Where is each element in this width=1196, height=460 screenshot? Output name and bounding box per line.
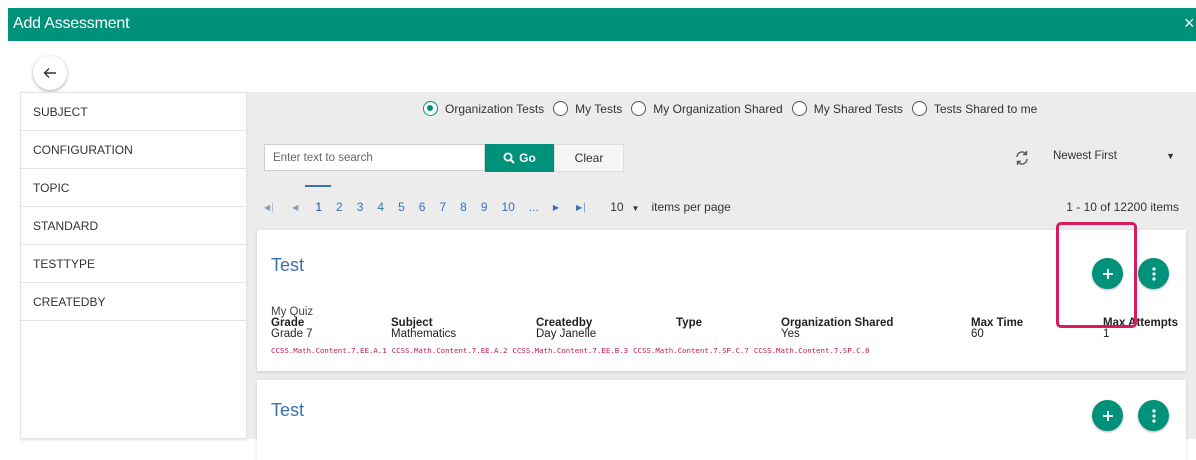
sidebar-item-configuration[interactable]: CONFIGURATION [21,131,246,169]
page-size-value: 10 [610,200,624,214]
more-options-button[interactable] [1138,258,1169,289]
standard-tag: CCSS.Math.Content.7.SP.C.7 [633,346,749,355]
radio-label: My Organization Shared [653,101,783,116]
page-link[interactable]: 8 [460,200,467,214]
arrow-left-icon [43,68,56,78]
meta-label: Type [676,317,702,329]
page-link[interactable]: 7 [439,200,446,214]
radio-checked-icon [423,101,438,116]
meta-grade: Grade Grade 7 [271,317,313,340]
more-vertical-icon [1151,266,1156,281]
items-range: 1 - 10 of 12200 items [1066,200,1179,214]
meta-value: Grade 7 [271,328,313,340]
page-link[interactable]: 3 [357,200,364,214]
standard-tag: CCSS.Math.Content.7.EE.A.1 [271,346,387,355]
more-options-button[interactable] [1138,400,1169,431]
radio-organization-tests[interactable]: Organization Tests [423,101,544,116]
radio-label: My Tests [575,101,623,116]
sidebar-item-topic[interactable]: TOPIC [21,169,246,207]
meta-type: Type [676,317,702,329]
test-source-radio-group: Organization Tests My Tests My Organizat… [423,101,1046,116]
standards-list: CCSS.Math.Content.7.EE.A.1 CCSS.Math.Con… [271,346,875,355]
go-button[interactable]: Go [485,144,554,172]
radio-tests-shared-to-me[interactable]: Tests Shared to me [911,101,1038,116]
page-link[interactable]: 9 [481,200,488,214]
plus-icon [1102,268,1113,279]
meta-value: Mathematics [391,328,457,340]
search-input[interactable] [264,144,485,171]
radio-my-organization-shared[interactable]: My Organization Shared [631,101,783,116]
close-icon[interactable]: × [1184,13,1196,34]
page-link[interactable]: 2 [336,200,343,214]
last-page-icon[interactable]: ▶│ [576,203,587,212]
go-button-label: Go [519,151,536,165]
radio-label: Tests Shared to me [933,101,1038,116]
add-test-button[interactable] [1092,400,1123,431]
sidebar-item-createdby[interactable]: CREATEDBY [21,283,246,321]
meta-value: 60 [971,328,984,340]
caret-down-icon: ▼ [631,204,640,213]
sidebar-item-standard[interactable]: STANDARD [21,207,246,245]
standard-tag: CCSS.Math.Content.7.EE.A.2 [391,346,508,355]
page-link[interactable]: 4 [377,200,384,214]
sidebar-item-testtype[interactable]: TESTTYPE [21,245,246,283]
meta-organization-shared: Organization Shared Yes [781,317,893,340]
page-link[interactable]: 6 [419,200,426,214]
dialog-title: Add Assessment [13,15,130,32]
radio-unchecked-icon [553,101,569,116]
radio-label: My Shared Tests [813,101,903,116]
radio-unchecked-icon [631,101,647,116]
page-link[interactable]: 5 [398,200,405,214]
test-title[interactable]: Test [271,400,304,421]
meta-subject: Subject Mathematics [391,317,457,340]
meta-label: Max Attempts [1103,317,1178,329]
sidebar-item-subject[interactable]: SUBJECT [21,93,246,131]
plus-icon [1102,410,1113,421]
meta-value: Yes [781,328,800,340]
meta-createdby: Createdby Day Janelle [536,317,597,340]
add-test-button[interactable] [1092,258,1123,289]
radio-unchecked-icon [911,101,927,116]
test-card: Test [257,380,1186,460]
filter-sidebar: SUBJECT CONFIGURATION TOPIC STANDARD TES… [20,92,247,439]
radio-unchecked-icon [791,101,807,116]
caret-down-icon: ▼ [1166,151,1175,161]
meta-value: Day Janelle [536,328,597,340]
radio-my-shared-tests[interactable]: My Shared Tests [791,101,903,116]
clear-button[interactable]: Clear [554,144,624,172]
items-per-page-label: items per page [651,200,731,214]
next-page-icon[interactable]: ▶ [553,203,559,212]
refresh-icon[interactable] [1013,149,1031,167]
test-card: Test My Quiz Grade Grade 7 Subject Mathe… [257,230,1186,371]
dialog-header: Add Assessment × [8,8,1196,41]
page-link[interactable]: 1 [305,185,331,214]
page-ellipsis[interactable]: ... [529,200,539,214]
page-size-dropdown[interactable]: 10 ▼ [610,200,639,214]
pagination: ◀│ ◀ 1 2 3 4 5 6 7 8 9 10 ... ▶ ▶│ 10 ▼ i… [264,185,731,215]
first-page-icon[interactable]: ◀│ [264,203,275,212]
prev-page-icon[interactable]: ◀ [292,203,298,212]
test-title[interactable]: Test [271,255,304,276]
meta-max-attempts: Max Attempts 1 [1103,317,1178,340]
search-icon [503,152,515,164]
meta-max-time: Max Time 60 [971,317,1023,340]
sort-dropdown[interactable]: Newest First ▼ [1053,150,1175,162]
radio-my-tests[interactable]: My Tests [553,101,622,116]
sort-selected: Newest First [1053,150,1117,162]
more-vertical-icon [1151,408,1156,423]
main-panel: Organization Tests My Tests My Organizat… [247,92,1196,460]
page-link[interactable]: 10 [502,200,515,214]
radio-label: Organization Tests [445,101,545,116]
back-button[interactable] [33,56,67,90]
standard-tag: CCSS.Math.Content.7.SP.C.8 [753,346,870,355]
standard-tag: CCSS.Math.Content.7.EE.B.3 [512,346,629,355]
meta-value: 1 [1103,328,1110,340]
